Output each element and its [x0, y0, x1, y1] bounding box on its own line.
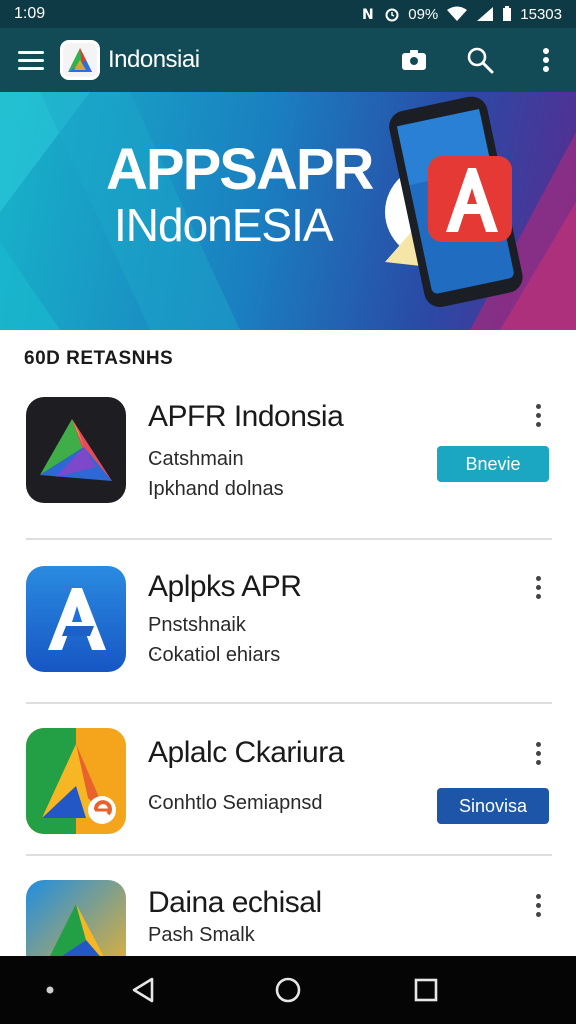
menu-icon[interactable]	[14, 43, 48, 77]
status-icons: N 09% 15303	[362, 6, 562, 23]
app-category: Ͼokatiol ehiars	[148, 644, 281, 666]
battery-percent: 09%	[408, 5, 439, 23]
alarm-icon	[385, 8, 399, 22]
app-icon	[26, 728, 126, 834]
back-icon[interactable]	[124, 970, 164, 1010]
more-options-icon[interactable]	[526, 890, 550, 920]
status-bar: 1:09 N 09% 15303	[0, 0, 576, 28]
app-icon	[26, 880, 126, 956]
dot-icon	[30, 970, 70, 1010]
more-vertical-icon[interactable]	[530, 44, 562, 76]
divider	[26, 702, 552, 704]
navigation-bar	[0, 956, 576, 1024]
more-options-icon[interactable]	[526, 572, 550, 602]
app-name: Daina echisal	[148, 886, 322, 919]
app-bar: Indonsiai	[0, 28, 576, 92]
install-button[interactable]: Sinovisa	[437, 788, 549, 824]
app-title: Indonsiai	[108, 46, 200, 73]
banner-subtitle: INdonESIA	[114, 199, 334, 251]
app-name: Aplpks APR	[148, 570, 302, 603]
status-clock: 15303	[520, 5, 562, 23]
list-item[interactable]: Daina echisal Pash Smalk	[0, 874, 576, 956]
divider	[26, 538, 552, 540]
app-developer: Pnstshnaik	[148, 614, 246, 636]
app-icon	[26, 397, 126, 503]
divider	[26, 854, 552, 856]
app-logo	[60, 40, 100, 80]
list-item[interactable]: Aplpks APR Pnstshnaik Ͼokatiol ehiars	[0, 560, 576, 700]
app-developer: Ͼonhtlo Semiapnsd	[148, 792, 323, 814]
recents-icon[interactable]	[406, 970, 446, 1010]
app-icon	[26, 566, 126, 672]
promo-banner[interactable]: APPSAPR INdonESIA	[0, 92, 576, 330]
app-developer: Ͼatshmain	[148, 448, 244, 470]
nfc-icon: N	[362, 7, 374, 22]
signal-icon	[477, 7, 494, 21]
home-icon[interactable]	[268, 970, 308, 1010]
list-item[interactable]: Aplalc Ckariura Ͼonhtlo Semiapnsd Sinovi…	[0, 722, 576, 852]
app-developer: Pash Smalk	[148, 924, 255, 946]
svg-text:N: N	[362, 7, 374, 22]
list-item[interactable]: APFR Indonsia Ͼatshmain Ipkhand dolnas B…	[0, 390, 576, 540]
more-options-icon[interactable]	[526, 400, 550, 430]
app-category: Ipkhand dolnas	[148, 478, 284, 500]
app-name: APFR Indonsia	[148, 400, 344, 433]
install-button[interactable]: Bnevie	[437, 446, 549, 482]
search-icon[interactable]	[464, 44, 496, 76]
banner-title: APPSAPR	[106, 137, 374, 202]
battery-icon	[503, 6, 512, 21]
more-options-icon[interactable]	[526, 738, 550, 768]
app-name: Aplalc Ckariura	[148, 736, 344, 769]
status-time: 1:09	[14, 5, 46, 22]
wifi-icon	[447, 6, 468, 21]
section-title: 60D RETASNHS	[24, 348, 174, 369]
camera-icon[interactable]	[398, 44, 430, 76]
